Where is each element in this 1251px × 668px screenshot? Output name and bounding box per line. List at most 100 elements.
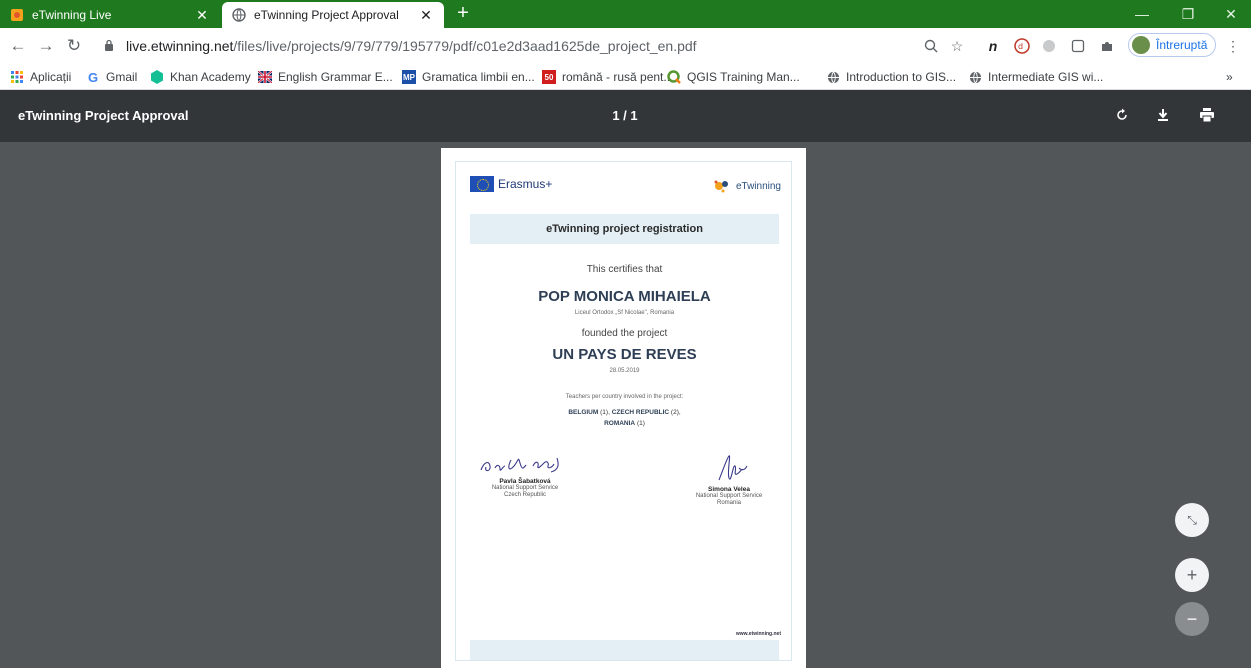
- tab-etwinning-live[interactable]: eTwinning Live ✕: [0, 2, 220, 28]
- tab-title: eTwinning Project Approval: [254, 8, 399, 22]
- pdf-page: Erasmus+ eTwinning eTwinning project reg…: [441, 148, 806, 668]
- uk-flag-icon: [258, 70, 272, 84]
- tab-title: eTwinning Live: [32, 8, 112, 22]
- website-url: www.etwinning.net: [735, 631, 781, 637]
- bookmark-gramatica[interactable]: MP Gramatica limbii en...: [402, 68, 535, 86]
- svg-text:d: d: [1018, 42, 1023, 51]
- zoom-magnifier-icon[interactable]: [922, 37, 940, 55]
- browser-toolbar: ← → ↻ live.etwinning.net/files/live/proj…: [0, 28, 1251, 64]
- lock-icon: [104, 38, 118, 54]
- erasmus-logo: Erasmus+: [470, 176, 552, 192]
- globe-icon: [968, 70, 982, 84]
- handwritten-signature: [480, 457, 559, 473]
- back-arrow-icon[interactable]: ←: [8, 36, 28, 56]
- google-icon: G: [87, 69, 99, 85]
- country-name: ROMANIA: [604, 420, 636, 427]
- signatory-country: Czech Republic: [503, 492, 547, 498]
- bookmark-label: Aplicații: [30, 70, 72, 84]
- extension-grey-circle-icon[interactable]: [1040, 37, 1058, 55]
- bookmark-label: Gramatica limbii en...: [422, 70, 535, 84]
- extension-n-icon[interactable]: n: [984, 37, 1002, 55]
- recipient-school: Liceul Ortodox „Sf Nicolae", Romania: [574, 310, 675, 316]
- bookmark-romana-rusa[interactable]: 50 română - rusă pent...: [542, 68, 673, 86]
- project-date: 28.05.2019: [609, 368, 640, 374]
- bookmark-label: Gmail: [106, 70, 138, 84]
- fifty-icon: 50: [542, 70, 556, 84]
- signatory-country: Romania: [716, 500, 741, 506]
- khan-academy-icon: [150, 70, 164, 84]
- profile-status: Întreruptă: [1156, 38, 1208, 52]
- browser-tab-strip: eTwinning Live ✕ eTwinning Project Appro…: [0, 0, 1251, 28]
- pdf-viewer-toolbar: eTwinning Project Approval 1 / 1: [0, 90, 1251, 142]
- tab-etwinning-project-approval[interactable]: eTwinning Project Approval ✕: [222, 2, 444, 28]
- mp-icon: MP: [402, 70, 416, 84]
- address-bar[interactable]: live.etwinning.net/files/live/projects/9…: [104, 33, 964, 59]
- avatar: [1132, 36, 1150, 54]
- profile-button[interactable]: Întreruptă: [1128, 33, 1216, 57]
- pdf-document-title: eTwinning Project Approval: [18, 108, 189, 123]
- rotate-icon[interactable]: [1112, 105, 1132, 125]
- bookmark-qgis[interactable]: QGIS Training Man...: [667, 68, 800, 86]
- bookmark-star-icon[interactable]: ☆: [948, 37, 966, 55]
- close-window-icon[interactable]: ✕: [1211, 0, 1251, 28]
- forward-arrow-icon[interactable]: →: [36, 36, 56, 56]
- download-icon[interactable]: [1153, 105, 1173, 125]
- country-list: BELGIUM (1), CZECH REPUBLIC (2), ROMANIA…: [568, 409, 681, 427]
- minimize-icon[interactable]: —: [1122, 0, 1162, 28]
- globe-icon: [826, 70, 840, 84]
- fit-to-page-icon[interactable]: ⤡: [1175, 503, 1209, 537]
- pdf-page-indicator[interactable]: 1 / 1: [600, 108, 650, 123]
- registration-heading: eTwinning project registration: [470, 214, 779, 244]
- country-count: (2): [670, 409, 679, 416]
- etwinning-label: eTwinning: [735, 180, 781, 192]
- bookmark-intro-gis[interactable]: Introduction to GIS...: [826, 68, 956, 86]
- restore-icon[interactable]: ❐: [1168, 0, 1208, 28]
- apps-grid-icon: [10, 70, 24, 84]
- signatory-name: Simona Velea: [708, 486, 750, 493]
- menu-kebab-icon[interactable]: ⋮: [1224, 37, 1242, 55]
- print-icon[interactable]: [1197, 105, 1217, 125]
- signature-block: Pavla Šabatková National Support Service…: [470, 452, 580, 499]
- bookmark-label: QGIS Training Man...: [687, 70, 800, 84]
- new-tab-button[interactable]: +: [452, 3, 474, 25]
- bookmarks-overflow-icon[interactable]: »: [1226, 68, 1233, 86]
- signatory-name: Pavla Šabatková: [499, 478, 551, 485]
- country-count: (1): [636, 420, 645, 427]
- zoom-out-button[interactable]: −: [1175, 602, 1209, 636]
- bookmark-label: Intermediate GIS wi...: [988, 70, 1104, 84]
- founded-text: founded the project: [581, 328, 668, 339]
- globe-icon: [232, 8, 246, 22]
- bookmark-label: română - rusă pent...: [562, 70, 674, 84]
- url-host: live.etwinning.net: [126, 38, 234, 54]
- bookmark-apps[interactable]: Aplicații: [10, 68, 71, 86]
- handwritten-signature: [718, 455, 748, 481]
- extension-dict-icon[interactable]: d: [1013, 37, 1031, 55]
- footer-band: [470, 640, 779, 660]
- country-name: CZECH REPUBLIC: [611, 409, 670, 416]
- country-count: (1): [600, 409, 609, 416]
- certificate: Erasmus+ eTwinning eTwinning project reg…: [455, 161, 792, 661]
- bookmark-gmail[interactable]: G Gmail: [86, 68, 137, 86]
- bookmarks-bar: Aplicații G Gmail Khan Academy English G…: [0, 64, 1251, 90]
- bookmark-english-grammar[interactable]: English Grammar E...: [258, 68, 393, 86]
- erasmus-label: Erasmus+: [498, 177, 553, 191]
- etwinning-logo: eTwinning: [712, 178, 781, 194]
- zoom-in-button[interactable]: +: [1175, 558, 1209, 592]
- signatory-role: National Support Service: [695, 493, 763, 499]
- reload-icon[interactable]: ↻: [64, 36, 84, 56]
- teachers-label: Teachers per country involved in the pro…: [565, 394, 684, 400]
- close-icon[interactable]: ✕: [418, 7, 434, 24]
- url-path: /files/live/projects/9/79/779/195779/pdf…: [233, 38, 697, 54]
- country-name: BELGIUM: [568, 409, 599, 416]
- project-name: UN PAYS DE REVES: [552, 346, 697, 363]
- certifies-text: This certifies that: [586, 264, 663, 275]
- bookmark-label: English Grammar E...: [278, 70, 393, 84]
- etwinning-icon: [10, 8, 24, 22]
- recipient-name: POP MONICA MIHAIELA: [538, 288, 711, 305]
- bookmark-label: Introduction to GIS...: [846, 70, 957, 84]
- bookmark-khan-academy[interactable]: Khan Academy: [150, 68, 251, 86]
- bookmark-intermediate-gis[interactable]: Intermediate GIS wi...: [968, 68, 1103, 86]
- extensions-puzzle-icon[interactable]: [1098, 37, 1116, 55]
- extension-box-icon[interactable]: [1069, 37, 1087, 55]
- close-icon[interactable]: ✕: [194, 7, 210, 24]
